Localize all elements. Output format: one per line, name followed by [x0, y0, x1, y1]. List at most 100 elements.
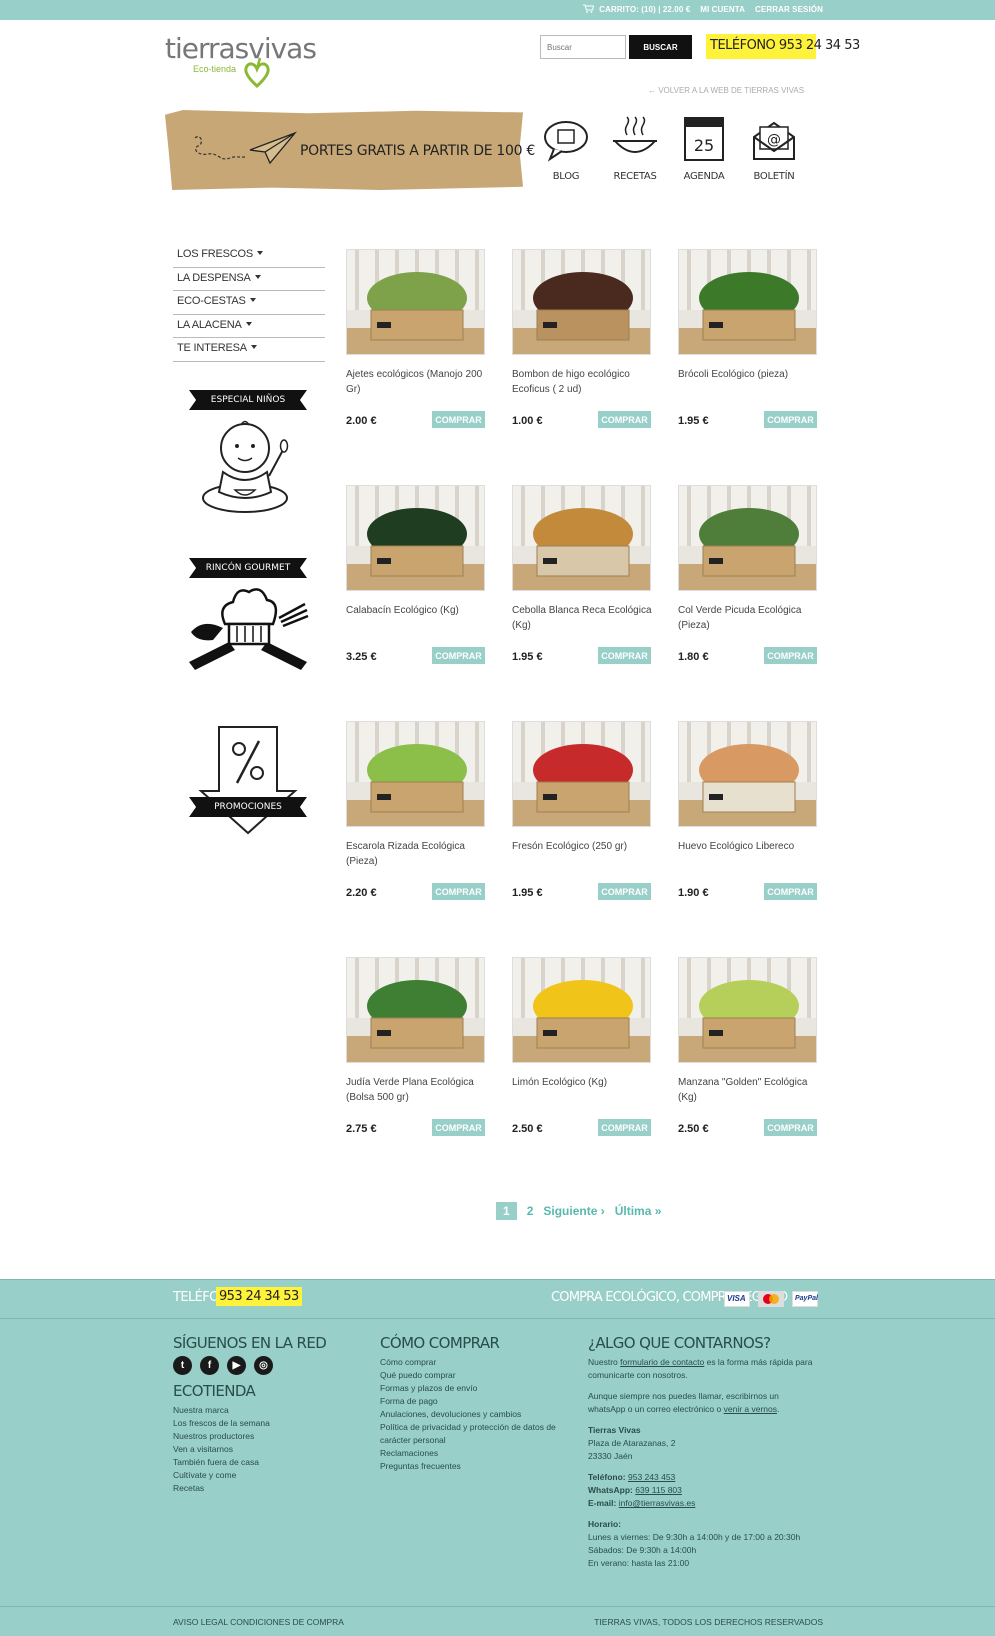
quick-link-recipes[interactable]: RECETAS [605, 115, 665, 190]
product-image[interactable] [512, 249, 651, 355]
product-image[interactable] [678, 721, 817, 827]
product-name[interactable]: Bombon de higo ecológico Ecoficus ( 2 ud… [512, 367, 652, 399]
footer-link[interactable]: Reclamaciones [380, 1447, 570, 1460]
buy-button[interactable]: COMPRAR [432, 647, 485, 664]
logo-subtitle: Eco-tienda [193, 64, 237, 74]
product-name[interactable]: Brócoli Ecológico (pieza) [678, 367, 818, 399]
footer-link[interactable]: También fuera de casa [173, 1456, 353, 1469]
sidebar-item-la-alacena[interactable]: LA ALACENA [173, 315, 325, 338]
footer-link[interactable]: Cultívate y come [173, 1469, 353, 1482]
product-name[interactable]: Escarola Rizada Ecológica (Pieza) [346, 839, 486, 871]
footer-howto-column: CÓMO COMPRAR Cómo comprar Qué puedo compr… [380, 1334, 570, 1473]
search-input[interactable] [540, 35, 626, 59]
cart-link[interactable]: CARRITO: (10) | 22.00 € [582, 4, 690, 14]
next-page-link[interactable]: Siguiente › [543, 1204, 604, 1218]
youtube-icon[interactable]: ▶ [227, 1356, 246, 1375]
footer-link[interactable]: Preguntas frecuentes [380, 1460, 570, 1473]
sidebar-item-eco-cestas[interactable]: ECO-CESTAS [173, 291, 325, 315]
sidebar-item-te-interesa[interactable]: TE INTERESA [173, 338, 325, 362]
phone-link[interactable]: 953 243 453 [628, 1472, 675, 1482]
product-name[interactable]: Cebolla Blanca Reca Ecológica (Kg) [512, 603, 652, 635]
facebook-icon[interactable]: f [200, 1356, 219, 1375]
buy-button[interactable]: COMPRAR [598, 647, 651, 664]
product-name[interactable]: Calabacín Ecológico (Kg) [346, 603, 486, 635]
search-button[interactable]: BUSCAR [629, 35, 692, 59]
footer-link[interactable]: Forma de pago [380, 1395, 570, 1408]
back-to-website-link[interactable]: ← VOLVER A LA WEB DE TIERRAS VIVAS [648, 86, 804, 95]
buy-button[interactable]: COMPRAR [764, 1119, 817, 1136]
logout-link[interactable]: CERRAR SESIÓN [755, 5, 823, 14]
sidebar-item-la-despensa[interactable]: LA DESPENSA [173, 268, 325, 291]
buy-button[interactable]: COMPRAR [764, 647, 817, 664]
product-name[interactable]: Fresón Ecológico (250 gr) [512, 839, 652, 871]
product-image[interactable] [346, 249, 485, 355]
product-image[interactable] [512, 957, 651, 1063]
sidebar-item-los-frescos[interactable]: LOS FRESCOS [173, 244, 325, 268]
contact-heading: ¿ALGO QUE CONTARNOS? [588, 1334, 771, 1352]
visit-us-link[interactable]: venir a vernos [724, 1404, 777, 1414]
page-1-current[interactable]: 1 [496, 1202, 517, 1220]
sidebar-item-label: LA ALACENA [177, 318, 242, 331]
promo-ribbon: RINCÓN GOURMET [189, 558, 307, 578]
product-name[interactable]: Manzana "Golden" Ecológica (Kg) [678, 1075, 818, 1107]
product-card: Calabacín Ecológico (Kg) 3.25 € COMPRAR [346, 485, 486, 664]
contact-paragraph: Nuestro formulario de contacto es la for… [588, 1357, 813, 1380]
mastercard-icon [758, 1291, 784, 1307]
product-image[interactable] [346, 485, 485, 591]
buy-button[interactable]: COMPRAR [598, 1119, 651, 1136]
footer-link[interactable]: Ven a visitarnos [173, 1443, 353, 1456]
product-card: Col Verde Picuda Ecológica (Pieza) 1.80 €… [678, 485, 818, 664]
product-image[interactable] [346, 721, 485, 827]
product-name[interactable]: Col Verde Picuda Ecológica (Pieza) [678, 603, 818, 635]
product-image[interactable] [678, 957, 817, 1063]
promo-especial-ninos[interactable]: ESPECIAL NIÑOS [183, 388, 313, 520]
product-price: 1.95 € [678, 415, 709, 427]
footer-link[interactable]: Qué puedo comprar [380, 1369, 570, 1382]
promo-rincon-gourmet[interactable]: RINCÓN GOURMET [183, 556, 313, 671]
buy-button[interactable]: COMPRAR [432, 883, 485, 900]
footer-link[interactable]: Formas y plazos de envío [380, 1382, 570, 1395]
buy-button[interactable]: COMPRAR [764, 411, 817, 428]
buy-button[interactable]: COMPRAR [598, 411, 651, 428]
footer-social-column: SÍGUENOS EN LA RED t f ▶ ◎ ECOTIENDA Nue… [173, 1336, 353, 1495]
instagram-icon[interactable]: ◎ [254, 1356, 273, 1375]
logo-name: tierrasvivas [165, 32, 317, 65]
legal-links[interactable]: AVISO LEGAL CONDICIONES DE COMPRA [173, 1617, 344, 1627]
product-image[interactable] [678, 249, 817, 355]
contact-form-link[interactable]: formulario de contacto [620, 1357, 704, 1367]
product-price: 2.50 € [512, 1123, 543, 1135]
buy-button[interactable]: COMPRAR [432, 1119, 485, 1136]
quick-link-newsletter[interactable]: @ BOLETÍN [744, 115, 804, 190]
last-page-link[interactable]: Última » [615, 1204, 662, 1218]
product-image[interactable] [512, 721, 651, 827]
address-line: Plaza de Atarazanas, 2 [588, 1438, 676, 1448]
product-name[interactable]: Limón Ecológico (Kg) [512, 1075, 652, 1107]
my-account-link[interactable]: MI CUENTA [700, 5, 745, 14]
buy-button[interactable]: COMPRAR [598, 883, 651, 900]
product-image[interactable] [678, 485, 817, 591]
product-image[interactable] [512, 485, 651, 591]
quick-link-blog[interactable]: BLOG [536, 115, 596, 190]
buy-button[interactable]: COMPRAR [764, 883, 817, 900]
footer-link[interactable]: Cómo comprar [380, 1356, 570, 1369]
twitter-icon[interactable]: t [173, 1356, 192, 1375]
footer-link[interactable]: Los frescos de la semana [173, 1417, 353, 1430]
footer-link[interactable]: Anulaciones, devoluciones y cambios [380, 1408, 570, 1421]
product-name[interactable]: Judía Verde Plana Ecológica (Bolsa 500 g… [346, 1075, 486, 1107]
promo-promociones[interactable]: PROMOCIONES [183, 725, 313, 835]
product-name[interactable]: Ajetes ecológicos (Manojo 200 Gr) [346, 367, 486, 399]
email-link[interactable]: info@tierrasvivas.es [619, 1498, 696, 1508]
logo[interactable]: tierrasvivas Eco-tienda [165, 32, 330, 88]
buy-button[interactable]: COMPRAR [432, 411, 485, 428]
footer-link[interactable]: Nuestros productores [173, 1430, 353, 1443]
footer-link[interactable]: Recetas [173, 1482, 353, 1495]
footer-link[interactable]: Nuestra marca [173, 1404, 353, 1417]
howto-heading: CÓMO COMPRAR [380, 1334, 500, 1352]
whatsapp-link[interactable]: 639 115 803 [635, 1485, 682, 1495]
page-2-link[interactable]: 2 [527, 1204, 534, 1218]
quick-link-agenda[interactable]: 25 AGENDA [674, 115, 734, 190]
footer-link[interactable]: Política de privacidad y protección de d… [380, 1421, 570, 1447]
product-image[interactable] [346, 957, 485, 1063]
product-name[interactable]: Huevo Ecológico Libereco [678, 839, 818, 871]
product-card: Ajetes ecológicos (Manojo 200 Gr) 2.00 € C… [346, 249, 486, 428]
